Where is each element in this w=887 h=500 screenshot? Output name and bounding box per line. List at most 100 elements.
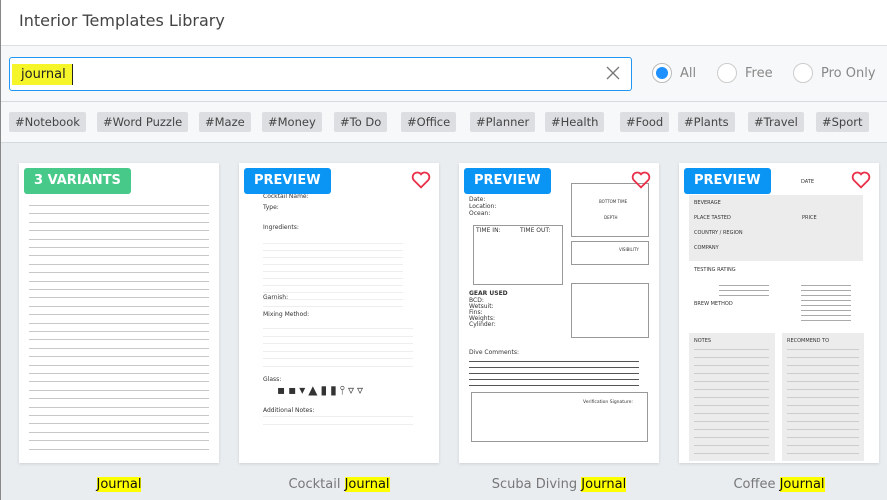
ruled-line (29, 331, 209, 332)
ruled-line (29, 213, 209, 215)
ruled-line (29, 280, 209, 282)
ruled-line (694, 373, 769, 374)
ruled-line (263, 335, 413, 337)
ruled-line (29, 347, 209, 349)
ruled-line (29, 373, 209, 374)
ruled-line (263, 264, 403, 265)
caption-text: Coffee (733, 477, 780, 492)
ruled-line (694, 437, 769, 438)
ruled-line (263, 243, 403, 244)
ruled-line (801, 290, 851, 291)
thumb-text: COMPANY (694, 245, 719, 251)
template-card-journal[interactable]: 3 VARIANTS (19, 163, 219, 463)
thumb-text: Additional Notes: (263, 407, 315, 414)
tags-row: #Notebook #Word Puzzle #Maze #Money #To … (1, 102, 887, 143)
tag-notebook[interactable]: #Notebook (9, 112, 86, 132)
tag-sport[interactable]: #Sport (816, 112, 869, 132)
ruled-line (787, 357, 859, 358)
ruled-line (787, 365, 859, 366)
variants-badge[interactable]: 3 VARIANTS (24, 168, 131, 194)
ruled-line (29, 356, 209, 358)
ruled-line (801, 295, 851, 296)
heart-icon[interactable] (411, 171, 431, 189)
ruled-line (29, 339, 209, 341)
depth-box (571, 183, 649, 237)
thumb-text: Cocktail Name: (263, 193, 309, 200)
preview-button[interactable]: PREVIEW (684, 168, 771, 194)
filter-pro-radio[interactable]: Pro Only (793, 63, 876, 83)
template-card-coffee-journal[interactable]: PREVIEW DATE BEVERAGE PLACE TASTED PRICE… (679, 163, 879, 463)
ruled-line (263, 299, 403, 300)
tag-maze[interactable]: #Maze (199, 112, 251, 132)
thumb-text: Type: (263, 204, 279, 211)
thumb-text: Mixing Method: (263, 311, 310, 318)
template-caption[interactable]: Journal (19, 477, 219, 492)
window-title: Interior Templates Library (19, 11, 225, 30)
filter-free-radio[interactable]: Free (717, 63, 773, 83)
thumb-text: VISIBILITY (619, 247, 639, 252)
template-caption[interactable]: Scuba Diving Journal (459, 477, 659, 492)
ruled-line (29, 221, 209, 223)
ruled-line (694, 397, 769, 398)
filter-all-radio[interactable]: All (652, 63, 696, 83)
ruled-line (787, 349, 859, 350)
template-card-cocktail-journal[interactable]: PREVIEW Cocktail Name: Type: Ingredients… (239, 163, 439, 463)
ruled-line (263, 416, 413, 417)
tag-food[interactable]: #Food (620, 112, 670, 132)
thumb-text: BREW METHOD (694, 301, 733, 307)
thumb-text: Glass: (263, 376, 282, 383)
tag-money[interactable]: #Money (262, 112, 322, 132)
thumb-text: TIME IN: (476, 227, 501, 234)
caption-highlight: Journal (344, 477, 390, 492)
ruled-line (29, 272, 209, 274)
ruled-line (787, 453, 859, 454)
ruled-line (801, 310, 851, 311)
ruled-line (719, 290, 769, 291)
tag-travel[interactable]: #Travel (748, 112, 804, 132)
thumb-text: Dive Comments: (469, 349, 519, 356)
ruled-line (263, 292, 403, 293)
radio-icon[interactable] (793, 63, 813, 83)
ruled-line (29, 448, 209, 450)
tag-plants[interactable]: #Plants (678, 112, 735, 132)
template-caption[interactable]: Cocktail Journal (239, 477, 439, 492)
search-input[interactable]: journal (9, 57, 632, 91)
template-caption[interactable]: Coffee Journal (679, 477, 879, 492)
tag-to-do[interactable]: #To Do (334, 112, 388, 132)
ruled-line (694, 405, 769, 406)
glassware-icon: ▪▪▾▲▮▮⫯▿▿ (277, 383, 366, 397)
close-icon[interactable] (605, 65, 621, 81)
ruled-line (29, 398, 209, 400)
preview-button[interactable]: PREVIEW (244, 168, 331, 194)
tag-word-puzzle[interactable]: #Word Puzzle (97, 112, 189, 132)
visibility-box (571, 241, 649, 265)
thumb-text: PLACE TASTED (694, 215, 731, 221)
thumb-text: TESTING RATING (694, 267, 736, 273)
ruled-line (694, 453, 769, 454)
thumb-text: BOTTOM TIME (599, 199, 628, 204)
ruled-line (801, 300, 851, 301)
ruled-line (29, 238, 209, 240)
ruled-line (263, 328, 413, 329)
template-card-scuba-diving-journal[interactable]: PREVIEW Date: Location: Ocean: TIME IN: … (459, 163, 659, 463)
radio-selected-icon[interactable] (652, 63, 672, 83)
preview-button[interactable]: PREVIEW (464, 168, 551, 194)
ruled-line (787, 445, 859, 446)
tag-planner[interactable]: #Planner (470, 112, 536, 132)
ruled-line (787, 373, 859, 374)
ruled-line (469, 379, 639, 380)
tag-office[interactable]: #Office (401, 112, 457, 132)
radio-icon[interactable] (717, 63, 737, 83)
thumb-text: RECOMMEND TO (787, 338, 830, 344)
ruled-line (29, 322, 209, 324)
search-value[interactable]: journal (12, 64, 73, 85)
heart-icon[interactable] (631, 171, 651, 189)
thumb-text: Ingredients: (263, 224, 299, 231)
tag-health[interactable]: #Health (545, 112, 605, 132)
time-box (473, 225, 563, 285)
ruled-line (787, 389, 859, 390)
heart-icon[interactable] (851, 171, 871, 189)
ruled-line (263, 423, 413, 425)
ruled-line (29, 305, 209, 307)
filter-label: All (680, 65, 697, 81)
